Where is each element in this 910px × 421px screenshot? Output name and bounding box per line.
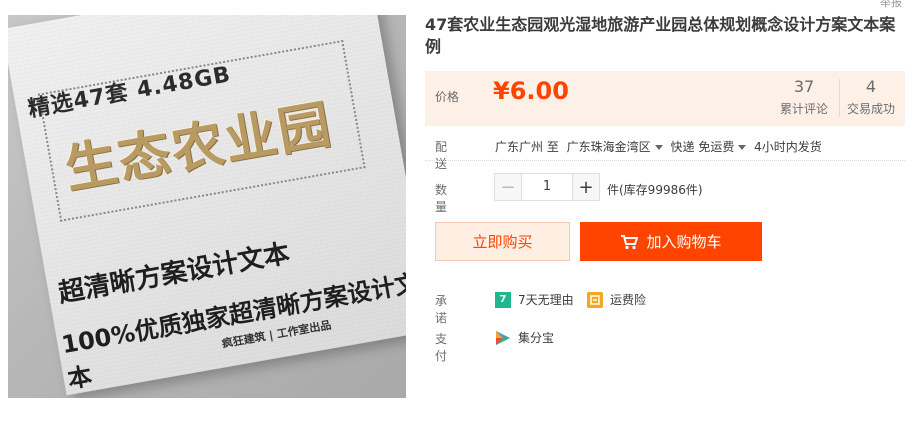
decrease-button[interactable]: − [494,173,522,201]
seven-day-return-icon: 7 [495,291,511,308]
sales-count: 4 [865,77,877,96]
promise-7day-label: 7天无理由 [518,293,574,307]
ship-time: 4小时内发货 [754,140,822,154]
delivery-values: 广东广州 至 广东珠海金湾区 快递 免运费 4小时内发货 [495,138,826,155]
delivery-from: 广东广州 至 [495,140,559,154]
payment-jifenbao-label: 集分宝 [518,331,555,345]
section-divider [425,160,905,161]
reviews-stat[interactable]: 37 累计评论 [773,77,835,117]
product-image[interactable]: 精选47套 4.48GB 生态农业园 超清晰方案设计文本 100%优质独家超清晰… [8,15,406,398]
product-cover-mockup: 精选47套 4.48GB 生态农业园 超清晰方案设计文本 100%优质独家超清晰… [8,15,406,396]
price-label: 价格 [435,90,460,104]
payment-jifenbao[interactable]: 集分宝 [495,329,554,346]
increase-button[interactable]: + [572,173,600,201]
jifenbao-icon [495,330,511,346]
buy-now-button[interactable]: 立即购买 [435,222,570,261]
quantity-label: 数量 [435,183,448,214]
delivery-to-select[interactable]: 广东珠海金湾区 [567,140,651,154]
promise-shipping-insurance[interactable]: 运费险 [587,291,646,308]
stock-text: 件(库存99986件) [607,183,703,197]
sales-label: 交易成功 [846,102,895,116]
chevron-down-icon[interactable] [654,145,663,150]
product-title: 47套农业生态园观光湿地旅游产业园总体规划概念设计方案文本案例 [425,15,896,56]
chevron-down-icon[interactable] [738,145,747,150]
add-to-cart-label: 加入购物车 [646,233,722,251]
price-value: ¥6.00 [493,77,569,105]
shipping-method-select[interactable]: 快递 免运费 [671,140,735,154]
price-panel: 价格 ¥6.00 37 累计评论 4 交易成功 [425,71,905,126]
cart-icon [620,234,639,250]
report-link[interactable]: 举报 [880,0,902,10]
promise-shipping-insurance-label: 运费险 [610,293,647,307]
reviews-count: 37 [793,77,815,96]
promise-label: 承诺 [435,294,448,325]
shipping-insurance-icon [587,291,603,308]
payment-label: 支付 [435,332,448,363]
quantity-input[interactable]: 1 [522,173,572,201]
add-to-cart-button[interactable]: 加入购物车 [580,222,762,261]
reviews-label: 累计评论 [779,102,828,116]
delivery-label: 配送 [435,140,448,171]
quantity-stepper: − 1 + [494,173,600,203]
promise-7day[interactable]: 7 7天无理由 [495,291,574,308]
sales-stat: 4 交易成功 [840,77,902,117]
